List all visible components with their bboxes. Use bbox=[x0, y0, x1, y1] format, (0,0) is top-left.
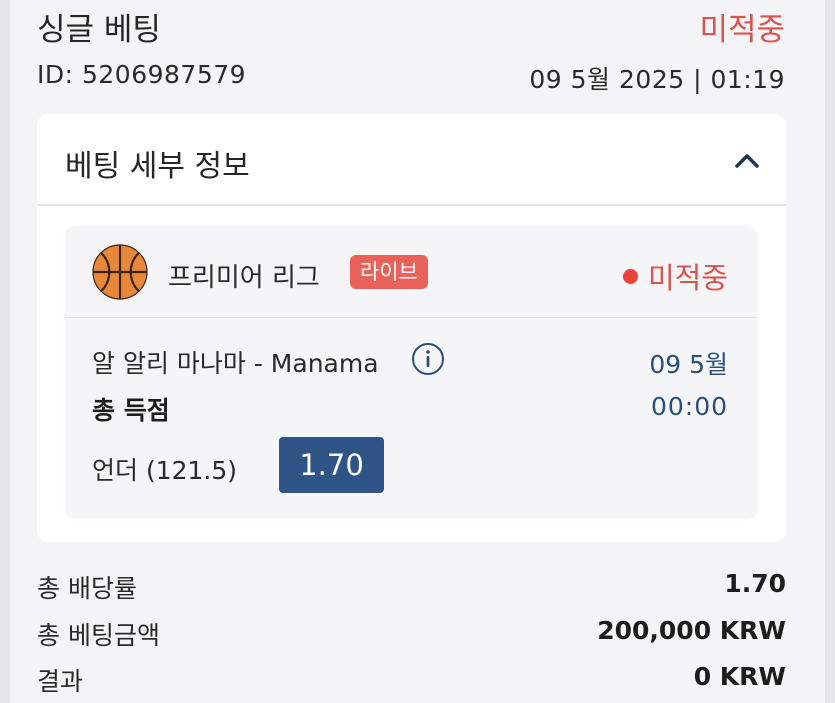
match-date: 09 5월 bbox=[649, 350, 728, 379]
bet-type-title: 싱글 베팅 bbox=[37, 12, 161, 48]
status-dot-icon bbox=[622, 269, 638, 284]
result-value: 0 KRW bbox=[693, 662, 786, 691]
event-status: 미적중 bbox=[622, 255, 728, 297]
live-badge: 라이브 bbox=[350, 255, 428, 289]
selection-name: 언더 (121.5) bbox=[92, 456, 238, 485]
bet-details-header[interactable]: 베팅 세부 정보 bbox=[37, 114, 786, 206]
left-edge bbox=[0, 0, 10, 703]
chevron-up-icon[interactable] bbox=[730, 144, 764, 178]
event-status-label: 미적중 bbox=[647, 261, 728, 295]
bet-history-page: 싱글 베팅 미적중 ID: 5206987579 09 5월 2025 | 01… bbox=[0, 0, 835, 703]
bet-id: ID: 5206987579 bbox=[37, 60, 247, 89]
total-odds-label: 총 배당률 bbox=[37, 574, 137, 603]
odds-button[interactable]: 1.70 bbox=[279, 437, 384, 493]
match-name: 알 알리 마나마 - Manama bbox=[92, 349, 379, 378]
summary-total-stake: 총 베팅금액 200,000 KRW bbox=[37, 616, 786, 652]
event-header: 프리미어 리그 라이브 미적중 bbox=[65, 226, 757, 318]
total-stake-label: 총 베팅금액 bbox=[37, 621, 160, 650]
summary-total-odds: 총 배당률 1.70 bbox=[37, 569, 786, 605]
total-stake-value: 200,000 KRW bbox=[597, 616, 786, 645]
result-label: 결과 bbox=[37, 667, 84, 696]
summary-result: 결과 0 KRW bbox=[37, 662, 786, 698]
event-card: 프리미어 리그 라이브 미적중 알 알리 마나마 - Manama 09 5월 … bbox=[65, 226, 757, 518]
bet-details-title: 베팅 세부 정보 bbox=[65, 149, 250, 184]
match-time: 00:00 bbox=[650, 392, 728, 421]
bet-status-lost: 미적중 bbox=[699, 12, 785, 48]
bet-details-card: 베팅 세부 정보 프리미어 리그 라이브 미적중 알 알리 마나마 - Mana… bbox=[37, 114, 786, 542]
basketball-icon bbox=[92, 244, 148, 300]
market-name: 총 득점 bbox=[92, 396, 170, 425]
bet-datetime: 09 5월 2025 | 01:19 bbox=[529, 65, 785, 94]
right-edge bbox=[825, 0, 835, 703]
total-odds-value: 1.70 bbox=[724, 569, 786, 598]
league-name: 프리미어 리그 bbox=[168, 263, 320, 293]
info-icon[interactable] bbox=[411, 342, 445, 376]
